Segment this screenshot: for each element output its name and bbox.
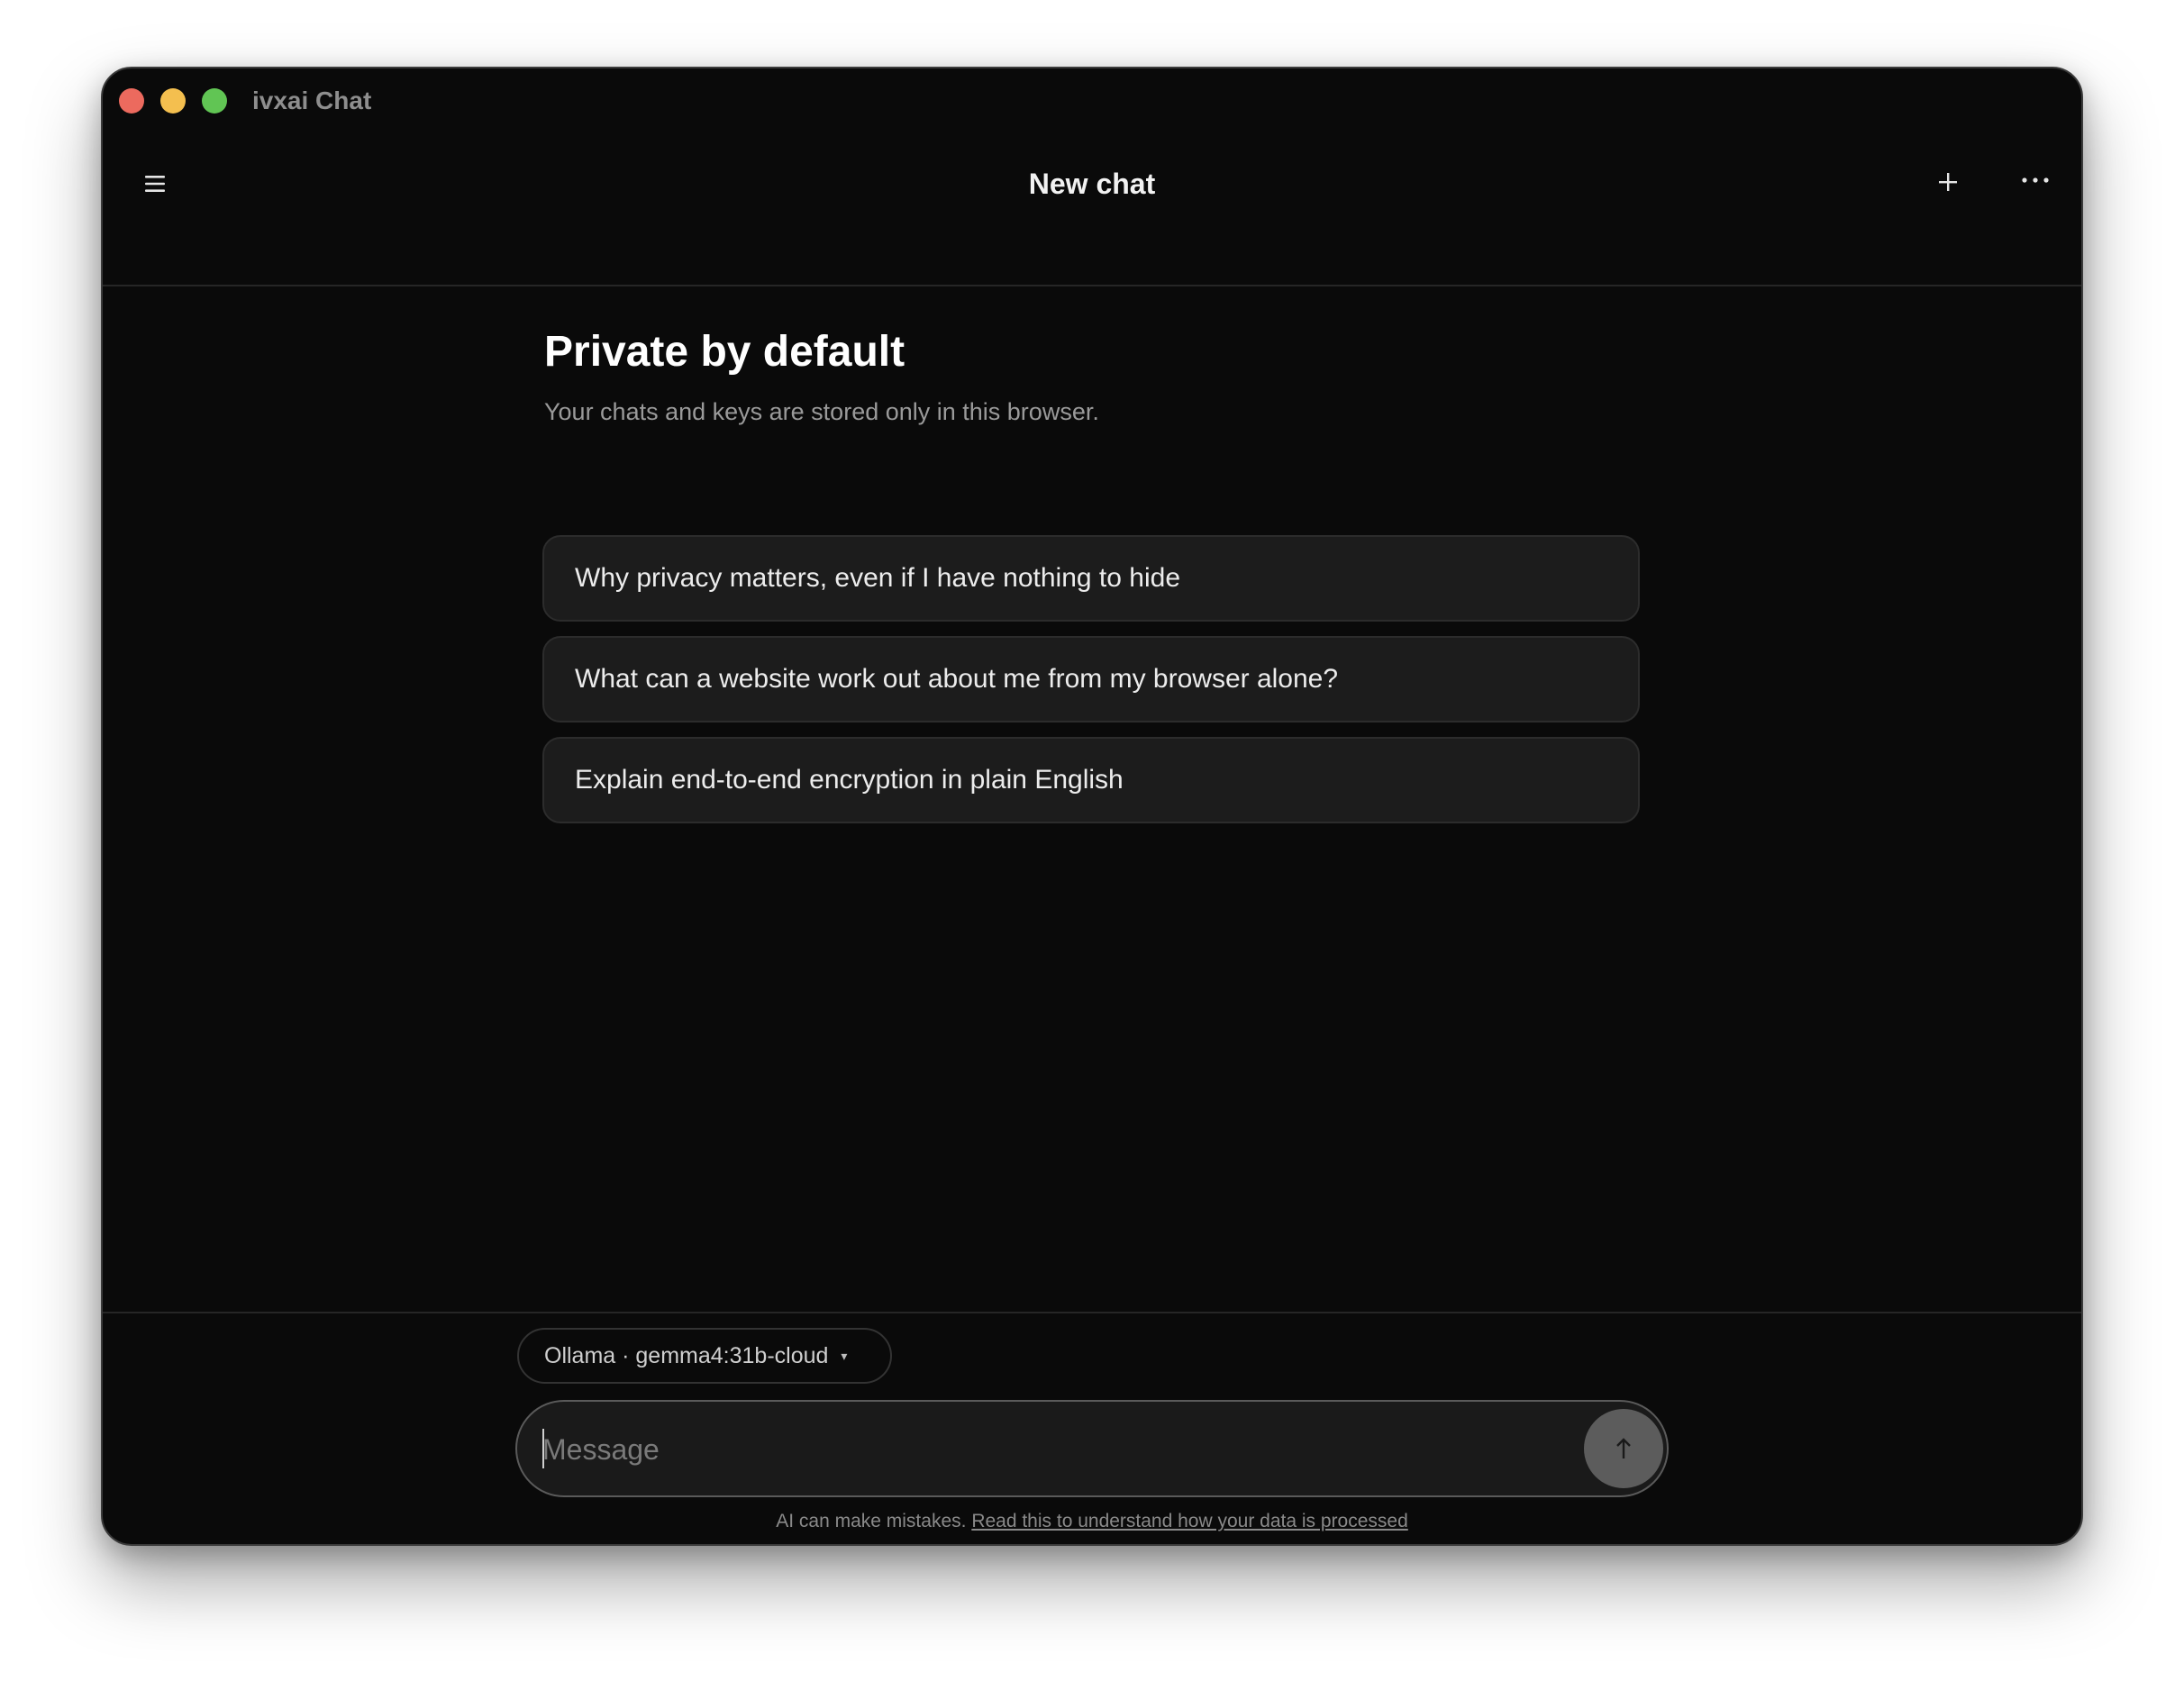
maximize-window-button[interactable]	[202, 88, 227, 114]
suggestion-card[interactable]: Explain end-to-end encryption in plain E…	[542, 737, 1640, 823]
more-horizontal-icon	[2022, 177, 2049, 183]
message-input[interactable]	[541, 1422, 1580, 1477]
composer-area: Ollama · gemma4:31b-cloud ▾ AI can make …	[103, 1312, 2081, 1544]
disclaimer-text: AI can make mistakes.	[776, 1511, 967, 1531]
hero-title: Private by default	[544, 328, 905, 376]
model-selector[interactable]: Ollama · gemma4:31b-cloud ▾	[517, 1328, 892, 1384]
app-window: ivxai Chat New chat Private by default Y…	[101, 67, 2083, 1546]
chevron-down-icon: ▾	[841, 1348, 848, 1363]
send-button[interactable]	[1584, 1409, 1663, 1488]
message-composer	[515, 1400, 1669, 1497]
page-title: New chat	[1028, 168, 1156, 200]
suggestion-label: Explain end-to-end encryption in plain E…	[575, 765, 1124, 795]
title-bar: ivxai Chat	[103, 68, 2081, 128]
close-window-button[interactable]	[119, 88, 144, 114]
new-chat-button[interactable]	[1928, 162, 1968, 202]
disclaimer: AI can make mistakes. Read this to under…	[103, 1508, 2081, 1535]
suggestion-card[interactable]: What can a website work out about me fro…	[542, 636, 1640, 722]
text-cursor	[542, 1429, 544, 1468]
data-processing-link[interactable]: Read this to understand how your data is…	[971, 1511, 1407, 1531]
chat-header: New chat	[103, 128, 2081, 286]
minimize-window-button[interactable]	[160, 88, 186, 114]
model-label: Ollama · gemma4:31b-cloud	[544, 1342, 829, 1368]
window-title: ivxai Chat	[252, 86, 372, 114]
plus-icon	[1939, 173, 1957, 191]
suggestion-label: Why privacy matters, even if I have noth…	[575, 563, 1180, 593]
hero-subtitle: Your chats and keys are stored only in t…	[544, 398, 1099, 425]
arrow-up-icon	[1616, 1438, 1631, 1458]
more-options-button[interactable]	[2013, 160, 2058, 200]
suggestion-label: What can a website work out about me fro…	[575, 664, 1339, 694]
suggestion-card[interactable]: Why privacy matters, even if I have noth…	[542, 535, 1640, 622]
